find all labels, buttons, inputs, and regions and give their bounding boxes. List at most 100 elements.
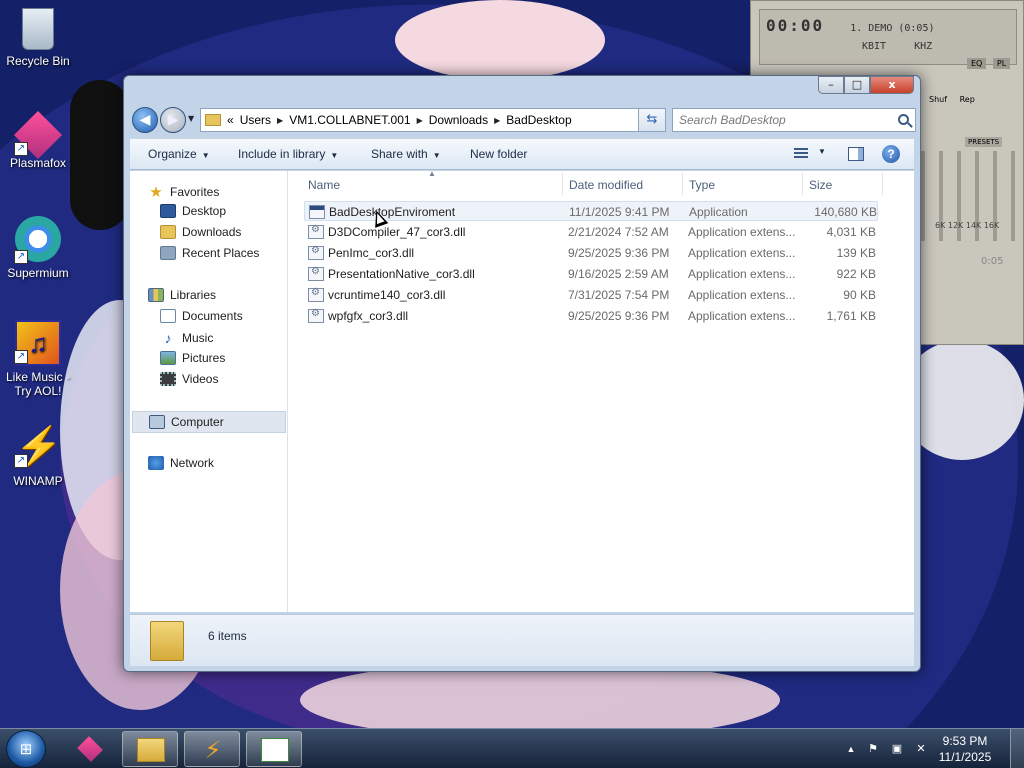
nav-desktop[interactable]: Desktop	[160, 204, 226, 218]
file-row[interactable]: PresentationNative_cor3.dll 9/16/2025 2:…	[304, 264, 878, 284]
column-divider[interactable]	[562, 173, 563, 195]
taskbar-notepad[interactable]	[246, 731, 302, 767]
desktop-icon-like-music[interactable]: ♫ ↗ Like Music - Try AOL!	[0, 320, 76, 398]
column-divider[interactable]	[802, 173, 803, 195]
nav-videos[interactable]: Videos	[160, 372, 218, 386]
nav-label: Music	[182, 331, 214, 345]
nav-network[interactable]: Network	[148, 456, 214, 470]
desktop-icon-recycle-bin[interactable]: Recycle Bin	[0, 8, 76, 68]
file-row[interactable]: PenImc_cor3.dll 9/25/2025 9:36 PM Applic…	[304, 243, 878, 263]
wallpaper-shape	[395, 0, 605, 80]
explorer-window[interactable]: – □ x ◀ ▶ ▼ « Users ▶ VM1.COLLABNET.001 …	[123, 75, 921, 672]
breadcrumb-users[interactable]: Users	[240, 113, 271, 127]
breadcrumb-downloads[interactable]: Downloads	[429, 113, 488, 127]
view-dropdown-icon[interactable]: ▼	[818, 147, 826, 156]
address-bar[interactable]: « Users ▶ VM1.COLLABNET.001 ▶ Downloads …	[200, 108, 666, 132]
star-icon: ★	[149, 184, 163, 201]
file-type: Application extens...	[688, 288, 796, 302]
column-divider[interactable]	[882, 173, 883, 195]
network-status-icon[interactable]: ▣	[890, 742, 904, 756]
file-row[interactable]: wpfgfx_cor3.dll 9/25/2025 9:36 PM Applic…	[304, 306, 878, 326]
help-icon[interactable]: ?	[882, 145, 900, 163]
taskbar-explorer[interactable]	[122, 731, 178, 767]
organize-label: Organize	[148, 147, 197, 161]
repeat-button[interactable]: Rep	[960, 95, 975, 104]
clock-date[interactable]: 11/1/2025	[930, 750, 1000, 764]
file-date: 9/25/2025 9:36 PM	[568, 246, 670, 260]
forward-button[interactable]: ▶	[160, 107, 186, 133]
file-row[interactable]: D3DCompiler_47_cor3.dll 2/21/2024 7:52 A…	[304, 222, 878, 242]
start-button[interactable]: ⊞	[6, 730, 46, 768]
chevron-down-icon: ▼	[432, 151, 441, 160]
file-type: Application extens...	[688, 225, 796, 239]
nav-documents[interactable]: Documents	[160, 309, 243, 323]
preview-pane-icon[interactable]	[848, 147, 864, 161]
desktop-icon	[160, 204, 176, 218]
clock-time[interactable]: 9:53 PM	[930, 734, 1000, 748]
playlist-time: 0:05	[981, 256, 1004, 267]
taskbar-winamp[interactable]: ⚡	[184, 731, 240, 767]
winamp-eq-pl-buttons[interactable]: EQ PL	[967, 58, 1011, 69]
winamp-time: 00:00	[766, 16, 825, 35]
column-size[interactable]: Size	[809, 178, 832, 192]
winamp-shuffle-repeat[interactable]: Shuf Rep	[929, 95, 975, 104]
breadcrumb-baddesktop[interactable]: BadDesktop	[506, 113, 571, 127]
change-view-icon[interactable]	[794, 148, 808, 160]
address-overflow[interactable]: «	[227, 113, 234, 127]
breadcrumb-user-folder[interactable]: VM1.COLLABNET.001	[289, 113, 410, 127]
dll-file-icon	[308, 245, 324, 260]
shuffle-button[interactable]: Shuf	[929, 95, 947, 104]
navigation-pane: ★ Favorites Desktop Downloads Recent Plac…	[130, 171, 288, 612]
column-type[interactable]: Type	[689, 178, 715, 192]
file-date: 9/25/2025 9:36 PM	[568, 309, 670, 323]
share-with-button[interactable]: Share with ▼	[371, 147, 441, 161]
desktop-icon-winamp[interactable]: ⚡ ↗ WINAMP	[0, 424, 76, 488]
recent-places-icon	[160, 246, 176, 260]
search-icon[interactable]	[898, 114, 909, 125]
nav-music[interactable]: ♪ Music	[160, 330, 214, 346]
file-size: 1,761 KB	[826, 309, 876, 323]
column-divider[interactable]	[682, 173, 683, 195]
breadcrumb-chevron-icon[interactable]: ▶	[494, 116, 500, 125]
winamp-khz: KHZ	[914, 41, 933, 52]
title-bar[interactable]: – □ x	[124, 76, 920, 100]
recent-pages-dropdown[interactable]: ▼	[188, 114, 194, 123]
eq-toggle[interactable]: EQ	[967, 58, 987, 69]
nav-label: Favorites	[170, 185, 220, 199]
back-button[interactable]: ◀	[132, 107, 158, 133]
show-hidden-icons-button[interactable]: ▲	[844, 742, 858, 756]
nav-libraries[interactable]: Libraries	[148, 288, 216, 302]
refresh-icon: ⇆	[646, 112, 658, 127]
volume-muted-icon[interactable]: ✕	[914, 742, 928, 756]
include-in-library-button[interactable]: Include in library ▼	[238, 147, 338, 161]
presets-button[interactable]: PRESETS	[965, 137, 1003, 147]
breadcrumb-chevron-icon[interactable]: ▶	[417, 116, 423, 125]
maximize-button[interactable]: □	[844, 76, 870, 94]
nav-label: Network	[170, 456, 215, 470]
column-name[interactable]: Name	[308, 178, 340, 192]
nav-favorites[interactable]: ★ Favorites	[148, 183, 219, 201]
taskbar-plasmafox[interactable]	[62, 731, 118, 767]
file-size: 922 KB	[836, 267, 876, 281]
minimize-button[interactable]: –	[818, 76, 844, 94]
nav-pictures[interactable]: Pictures	[160, 351, 225, 365]
organize-button[interactable]: Organize ▼	[148, 147, 210, 161]
nav-recent-places[interactable]: Recent Places	[160, 246, 259, 260]
pl-toggle[interactable]: PL	[992, 58, 1011, 69]
new-folder-button[interactable]: New folder	[470, 147, 527, 161]
column-date-modified[interactable]: Date modified	[569, 178, 643, 192]
nav-downloads[interactable]: Downloads	[160, 225, 241, 239]
close-button[interactable]: x	[870, 76, 914, 94]
show-desktop-button[interactable]	[1010, 729, 1024, 768]
desktop-icon-plasmafox[interactable]: ↗ Plasmafox	[0, 110, 76, 170]
action-center-icon[interactable]: ⚑	[866, 742, 880, 756]
nav-computer[interactable]: Computer	[132, 411, 286, 433]
file-row[interactable]: vcruntime140_cor3.dll 7/31/2025 7:54 PM …	[304, 285, 878, 305]
sort-ascending-icon: ▲	[428, 169, 436, 178]
refresh-button[interactable]: ⇆	[638, 108, 666, 132]
folder-icon	[205, 114, 221, 126]
desktop-icon-supermium[interactable]: ↗ Supermium	[0, 216, 76, 280]
breadcrumb-chevron-icon[interactable]: ▶	[277, 116, 283, 125]
file-row[interactable]: BadDesktopEnviroment 11/1/2025 9:41 PM A…	[304, 201, 878, 221]
search-input[interactable]: Search BadDesktop	[672, 108, 916, 132]
